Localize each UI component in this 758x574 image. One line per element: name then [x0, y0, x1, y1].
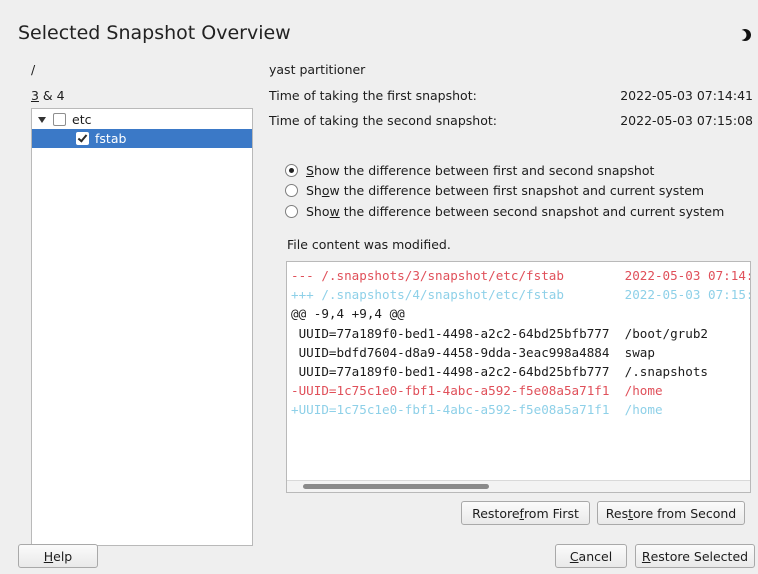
- tree-item-fstab[interactable]: fstab: [32, 129, 252, 148]
- checkbox-etc[interactable]: [53, 113, 66, 126]
- restore-selected-button[interactable]: Restore Selected: [635, 544, 755, 568]
- tree-item-label: fstab: [95, 131, 127, 146]
- second-snapshot-time: 2022-05-03 07:15:08: [620, 113, 753, 128]
- expand-arrow-icon[interactable]: [38, 116, 46, 123]
- diff-lines: --- /.snapshots/3/snapshot/etc/fstab 202…: [291, 266, 751, 420]
- radio-button[interactable]: [285, 164, 298, 177]
- snapshot-range-mnemonic: 3: [31, 88, 39, 103]
- help-button[interactable]: Help: [18, 544, 98, 568]
- tree-item-label: etc: [72, 112, 92, 127]
- scrollbar-thumb[interactable]: [303, 484, 489, 489]
- option-first-vs-second[interactable]: Show the difference between first and se…: [285, 163, 654, 178]
- diff-line: UUID=77a189f0-bed1-4498-a2c2-64bd25bfb77…: [291, 364, 709, 380]
- diff-view[interactable]: --- /.snapshots/3/snapshot/etc/fstab 202…: [286, 261, 751, 493]
- option-second-vs-current[interactable]: Show the difference between second snaps…: [285, 204, 724, 219]
- file-tree[interactable]: etc fstab: [31, 108, 253, 546]
- snapshot-description: yast partitioner: [269, 62, 366, 77]
- diff-line: +UUID=1c75c1e0-fbf1-4abc-a592-f5e08a5a71…: [291, 402, 663, 418]
- tree-item-etc[interactable]: etc: [32, 110, 252, 129]
- restore-from-second-button[interactable]: Res t ore from Second: [597, 501, 745, 525]
- status-message: File content was modified.: [287, 237, 451, 252]
- option-label: Show the difference between first and se…: [306, 163, 655, 178]
- first-snapshot-time: 2022-05-03 07:14:41: [620, 88, 753, 103]
- snapshot-range-label: 3 & 4: [31, 88, 65, 103]
- restore-from-first-button[interactable]: Restore f rom First: [461, 501, 590, 525]
- option-label: Show the difference between first snapsh…: [306, 183, 705, 198]
- diff-line: UUID=77a189f0-bed1-4498-a2c2-64bd25bfb77…: [291, 325, 709, 341]
- diff-line: UUID=bdfd7604-d8a9-4458-9dda-3eac998a488…: [291, 344, 655, 360]
- snapshot-path: /: [31, 62, 36, 77]
- radio-button[interactable]: [285, 184, 298, 197]
- horizontal-scrollbar[interactable]: [287, 480, 750, 492]
- radio-button[interactable]: [285, 205, 298, 218]
- diff-line: +++ /.snapshots/4/snapshot/etc/fstab 202…: [291, 287, 751, 303]
- snapshot-range-rest: & 4: [38, 88, 65, 103]
- help-moon-icon[interactable]: [738, 28, 752, 42]
- first-snapshot-label: Time of taking the first snapshot:: [269, 88, 477, 103]
- checkmark-icon: [77, 132, 88, 143]
- option-first-vs-current[interactable]: Show the difference between first snapsh…: [285, 183, 704, 198]
- second-snapshot-label: Time of taking the second snapshot:: [269, 113, 497, 128]
- diff-line: --- /.snapshots/3/snapshot/etc/fstab 202…: [291, 268, 751, 283]
- diff-line: @@ -9,4 +9,4 @@: [291, 306, 405, 322]
- diff-line: -UUID=1c75c1e0-fbf1-4abc-a592-f5e08a5a71…: [291, 383, 663, 399]
- checkbox-fstab[interactable]: [76, 132, 89, 145]
- cancel-button[interactable]: Cancel: [555, 544, 627, 568]
- option-label: Show the difference between second snaps…: [306, 204, 725, 219]
- dialog-title: Selected Snapshot Overview: [18, 22, 291, 44]
